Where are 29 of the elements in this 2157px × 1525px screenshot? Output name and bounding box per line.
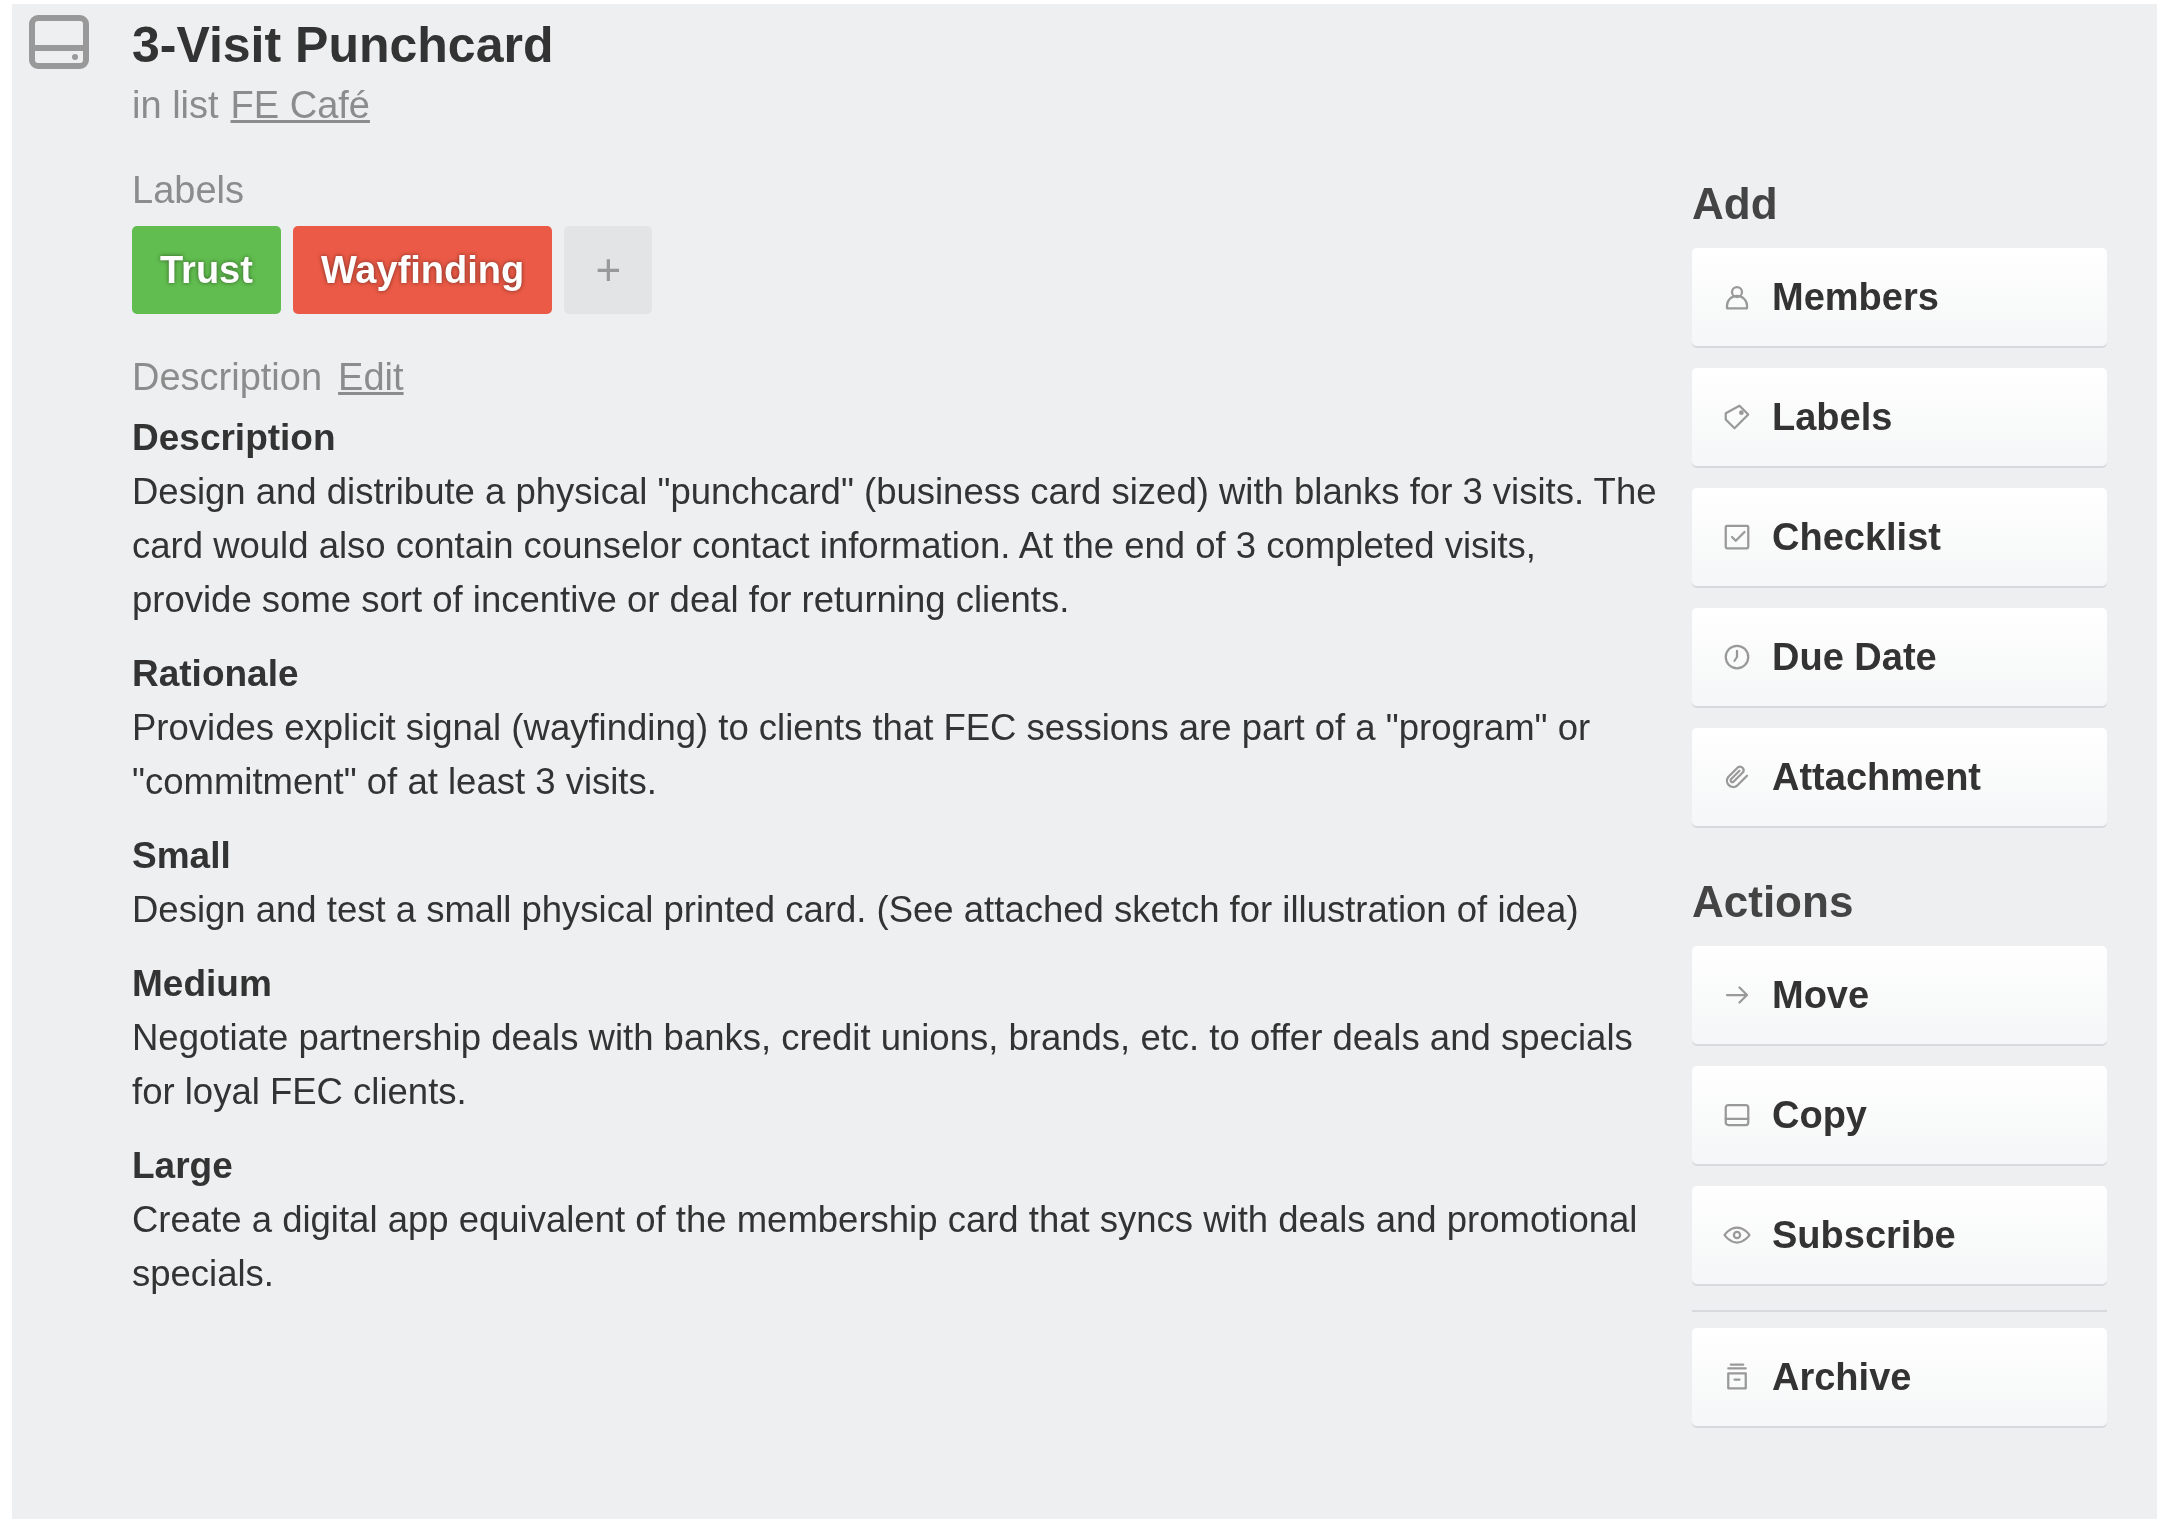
actions-heading: Actions bbox=[1692, 876, 1855, 928]
card-icon bbox=[28, 14, 90, 70]
section-heading: Rationale bbox=[132, 652, 300, 696]
sidebar-button[interactable]: Copy bbox=[1692, 1066, 2107, 1164]
sidebar-button[interactable]: Labels bbox=[1692, 368, 2107, 466]
sidebar-button[interactable]: Checklist bbox=[1692, 488, 2107, 586]
section-text: Design and distribute a physical "punchcard" (business card sized) with blanks for 3 visits. The card would also contain counselor contact information. At the end of 3 completed visits, provide some sort of incentive or deal for returning clients. bbox=[132, 470, 1658, 622]
section-heading: Large bbox=[132, 1144, 234, 1188]
sidebar-button[interactable]: Move bbox=[1692, 946, 2107, 1044]
tag-icon bbox=[1722, 402, 1752, 432]
checkbox-icon bbox=[1722, 522, 1752, 552]
description-heading: Description bbox=[132, 356, 323, 399]
section-text: Create a digital app equivalent of the membership card that syncs with deals and promotional specials. bbox=[132, 1198, 1639, 1296]
section-text: Provides explicit signal (wayfinding) to clients that FEC sessions are part of a "program" or "commitment" of at least 3 visits. bbox=[132, 706, 1592, 804]
sidebar-button[interactable]: Attachment bbox=[1692, 728, 2107, 826]
sidebar-button[interactable]: Members bbox=[1692, 248, 2107, 346]
list-caption: in list bbox=[132, 84, 219, 127]
section-text: Negotiate partnership deals with banks, credit unions, brands, etc. to offer deals and specials for loyal FEC clients. bbox=[132, 1016, 1634, 1114]
sidebar-button[interactable]: Subscribe bbox=[1692, 1186, 2107, 1284]
card-title: 3-Visit Punchcard bbox=[132, 16, 555, 75]
sidebar-button[interactable]: Archive bbox=[1692, 1328, 2107, 1426]
section-text: Design and test a small physical printed card. (See attached sketch for illustration of idea) bbox=[132, 888, 1580, 932]
section-heading: Description bbox=[132, 416, 337, 460]
labels-heading: Labels bbox=[132, 169, 245, 212]
clock-icon bbox=[1722, 642, 1752, 672]
section-heading: Small bbox=[132, 834, 232, 878]
sidebar-button[interactable]: Due Date bbox=[1692, 608, 2107, 706]
section-heading: Medium bbox=[132, 962, 273, 1006]
add-heading: Add bbox=[1692, 178, 1779, 230]
